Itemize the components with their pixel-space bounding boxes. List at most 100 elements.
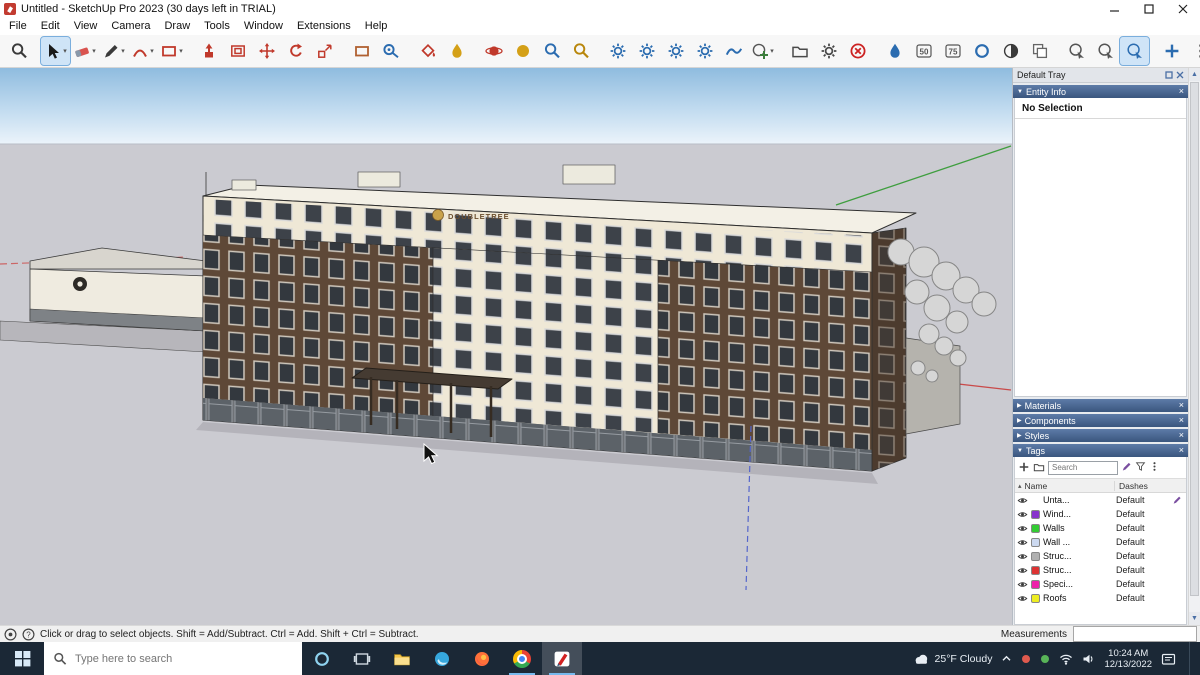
status-context-icon[interactable] — [4, 628, 17, 641]
line-tool[interactable]: ▾ — [99, 37, 128, 65]
arc-tool[interactable]: ▾ — [128, 37, 157, 65]
firefox-button[interactable] — [462, 642, 502, 675]
tray-expand-caret-icon[interactable] — [1001, 653, 1012, 664]
3d-viewport[interactable]: DOUBLETREE — [0, 68, 1012, 625]
clock[interactable]: 10:24 AM 12/13/2022 — [1104, 648, 1152, 670]
menu-tools[interactable]: Tools — [197, 18, 237, 35]
ext-roundcorner-tool[interactable] — [661, 37, 690, 65]
status-help-icon[interactable]: ? — [22, 628, 35, 641]
soap-skin-tool[interactable] — [880, 37, 909, 65]
shape-tool[interactable]: ▾ — [157, 37, 186, 65]
tag-dashes[interactable]: Default — [1116, 537, 1172, 547]
tray-app-green-icon[interactable] — [1040, 654, 1050, 664]
tags-column-header[interactable]: ▴Name Dashes — [1015, 478, 1186, 493]
cancel-operation-button[interactable] — [843, 37, 872, 65]
dropdown-arrow-icon[interactable]: ▾ — [770, 47, 774, 55]
tag-row-speci[interactable]: Speci...Default — [1015, 577, 1186, 591]
toolbar-overflow-button[interactable] — [1186, 37, 1200, 65]
tag-dashes[interactable]: Default — [1116, 551, 1172, 561]
minimize-button[interactable] — [1098, 0, 1132, 18]
taskbar-search[interactable] — [44, 642, 302, 675]
tag-row-struc[interactable]: Struc...Default — [1015, 549, 1186, 563]
close-button[interactable] — [1166, 0, 1200, 18]
tag-color-swatch[interactable] — [1031, 552, 1040, 561]
zoom-tool[interactable] — [537, 37, 566, 65]
panel-materials-header[interactable]: ▶Materials× — [1013, 399, 1188, 412]
measurements-input[interactable] — [1073, 626, 1197, 642]
tape-measure-tool[interactable] — [376, 37, 405, 65]
wifi-icon[interactable] — [1059, 653, 1073, 665]
task-view-button[interactable] — [342, 642, 382, 675]
tag-row-wind[interactable]: Wind...Default — [1015, 507, 1186, 521]
panel-tags-header[interactable]: ▼ Tags × — [1013, 444, 1188, 457]
tag-visibility-icon[interactable] — [1017, 565, 1030, 576]
round-corner-50-tool[interactable]: 50 — [909, 37, 938, 65]
cortana-button[interactable] — [302, 642, 342, 675]
menu-window[interactable]: Window — [237, 18, 290, 35]
ext-fredoscale-tool[interactable] — [632, 37, 661, 65]
taskbar-search-input[interactable] — [73, 652, 302, 666]
volume-icon[interactable] — [1082, 653, 1095, 665]
panel-entity-info-header[interactable]: ▼ Entity Info × — [1013, 85, 1188, 98]
tray-pin-icon[interactable] — [1165, 71, 1173, 79]
dropdown-arrow-icon[interactable]: ▾ — [150, 47, 154, 55]
panel-close-icon[interactable]: × — [1179, 416, 1184, 425]
tag-dashes[interactable]: Default — [1116, 579, 1172, 589]
tag-color-swatch[interactable] — [1031, 510, 1040, 519]
add-tag-folder-icon[interactable] — [1033, 461, 1045, 475]
model-canvas[interactable]: DOUBLETREE — [0, 68, 1012, 625]
dropdown-arrow-icon[interactable]: ▾ — [121, 47, 125, 55]
zoom-select-tool[interactable] — [4, 37, 33, 65]
panel-close-icon[interactable]: × — [1179, 87, 1184, 96]
tags-details-icon[interactable] — [1149, 461, 1160, 474]
section-plane-tool[interactable] — [347, 37, 376, 65]
menu-view[interactable]: View — [67, 18, 105, 35]
move-tool[interactable] — [252, 37, 281, 65]
preferences-button[interactable] — [814, 37, 843, 65]
menu-file[interactable]: File — [2, 18, 34, 35]
edge-button[interactable] — [422, 642, 462, 675]
tag-row-wall[interactable]: Wall ...Default — [1015, 535, 1186, 549]
tag-visibility-icon[interactable] — [1017, 551, 1030, 562]
paint-bucket-tool[interactable] — [413, 37, 442, 65]
tag-dashes[interactable]: Default — [1116, 509, 1172, 519]
dropdown-arrow-icon[interactable]: ▾ — [179, 47, 183, 55]
contrast-tool[interactable] — [996, 37, 1025, 65]
tag-dashes[interactable]: Default — [1116, 523, 1172, 533]
scroll-down-icon[interactable]: ▼ — [1189, 612, 1200, 625]
tag-dashes[interactable]: Default — [1116, 565, 1172, 575]
zoom-extents-tool[interactable] — [566, 37, 595, 65]
panel-styles-header[interactable]: ▶Styles× — [1013, 429, 1188, 442]
tray-scrollbar[interactable]: ▲ ▼ — [1188, 68, 1200, 625]
tag-color-swatch[interactable] — [1031, 594, 1040, 603]
tag-row-roofs[interactable]: RoofsDefault — [1015, 591, 1186, 605]
layers-stack-tool[interactable] — [1025, 37, 1054, 65]
tray-app-red-icon[interactable] — [1021, 654, 1031, 664]
panel-close-icon[interactable]: × — [1179, 446, 1184, 455]
menu-draw[interactable]: Draw — [157, 18, 197, 35]
show-desktop-button[interactable] — [1189, 642, 1194, 675]
tag-color-swatch[interactable] — [1031, 524, 1040, 533]
ext-jointpushpull-tool[interactable] — [690, 37, 719, 65]
menu-extensions[interactable]: Extensions — [290, 18, 358, 35]
notification-center-icon[interactable] — [1161, 652, 1176, 666]
tag-visibility-icon[interactable] — [1017, 537, 1030, 548]
cursor-select-a-tool[interactable] — [1062, 37, 1091, 65]
eraser-tool[interactable]: ▾ — [70, 37, 99, 65]
cursor-select-b-tool[interactable] — [1091, 37, 1120, 65]
menu-help[interactable]: Help — [358, 18, 395, 35]
tag-visibility-icon[interactable] — [1017, 523, 1030, 534]
push-pull-tool[interactable] — [194, 37, 223, 65]
weld-tool[interactable] — [719, 37, 748, 65]
dropdown-arrow-icon[interactable]: ▾ — [92, 47, 96, 55]
scrollbar-thumb[interactable] — [1190, 82, 1199, 596]
make-component-tool[interactable]: ▾ — [748, 37, 777, 65]
tag-visibility-icon[interactable] — [1017, 495, 1030, 506]
maximize-button[interactable] — [1132, 0, 1166, 18]
tag-visibility-icon[interactable] — [1017, 509, 1030, 520]
panel-components-header[interactable]: ▶Components× — [1013, 414, 1188, 427]
panel-close-icon[interactable]: × — [1179, 431, 1184, 440]
panel-close-icon[interactable]: × — [1179, 401, 1184, 410]
tags-search-input[interactable] — [1048, 461, 1118, 475]
chrome-button[interactable] — [502, 642, 542, 675]
